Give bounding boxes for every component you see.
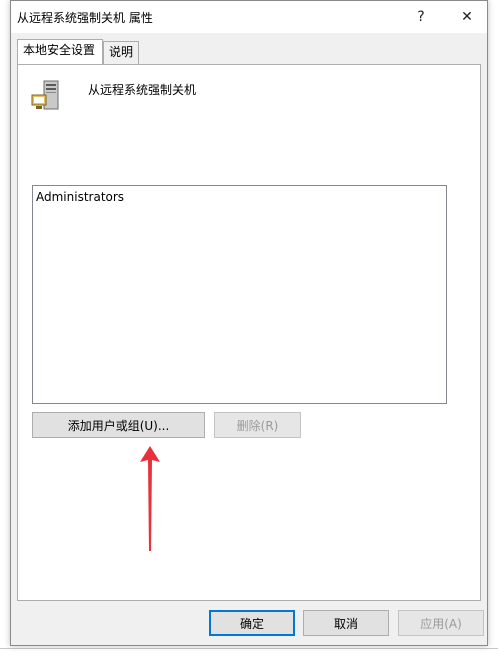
list-item[interactable]: Administrators [36, 190, 124, 204]
help-icon: ? [417, 9, 425, 25]
background-window-right [488, 0, 498, 656]
tab-panel: 从远程系统强制关机 Administrators 添加用户或组(U)... 删除… [17, 64, 481, 601]
tab-label: 本地安全设置 [23, 43, 96, 57]
background-divider [0, 648, 498, 649]
ok-button[interactable]: 确定 [209, 610, 295, 636]
tab-local-security-setting[interactable]: 本地安全设置 [17, 39, 103, 64]
remove-button[interactable]: 删除(R) [214, 412, 301, 438]
close-icon: ✕ [461, 9, 473, 25]
red-arrow-annotation [140, 446, 160, 551]
server-computer-icon [31, 80, 59, 110]
background-window-left [0, 0, 10, 656]
title-bar[interactable]: 从远程系统强制关机 属性 ? ✕ [11, 1, 487, 33]
tab-explain[interactable]: 说明 [103, 41, 139, 64]
window-title: 从远程系统强制关机 属性 [17, 11, 153, 25]
help-button[interactable]: ? [399, 1, 443, 33]
apply-button[interactable]: 应用(A) [398, 610, 484, 636]
close-button[interactable]: ✕ [445, 1, 489, 33]
policy-name: 从远程系统强制关机 [88, 83, 197, 97]
properties-dialog: 从远程系统强制关机 属性 ? ✕ 本地安全设置 说明 从远程系统强制关机 Adm… [10, 0, 488, 646]
members-listbox[interactable]: Administrators [32, 185, 447, 404]
tab-label: 说明 [109, 45, 134, 59]
add-user-or-group-button[interactable]: 添加用户或组(U)... [32, 412, 205, 438]
cancel-button[interactable]: 取消 [303, 610, 389, 636]
